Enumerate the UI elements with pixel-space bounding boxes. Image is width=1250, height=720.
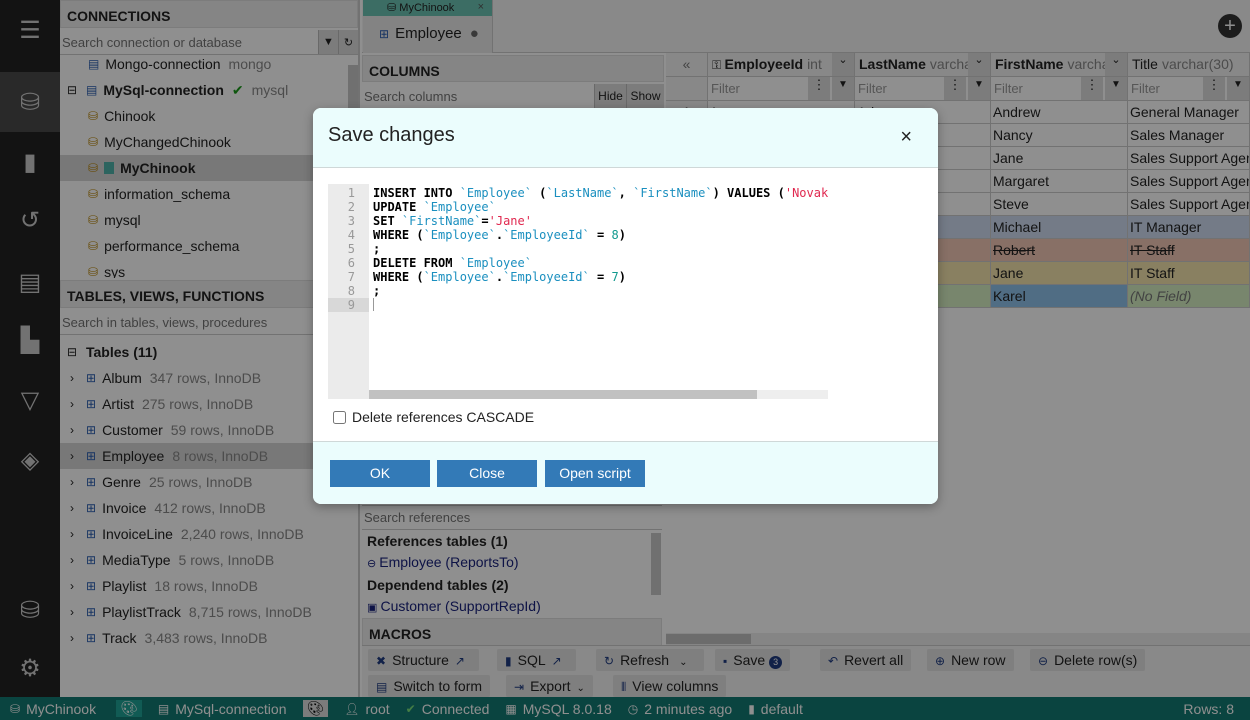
code-line: WHERE (`Employee`.`EmployeeId` = 7) <box>373 270 626 284</box>
code-line <box>373 298 828 312</box>
close-button[interactable]: Close <box>437 460 537 487</box>
line-number: 7 <box>347 270 355 284</box>
code-line: WHERE (`Employee`.`EmployeeId` = 8) <box>373 228 626 242</box>
code-line: DELETE FROM `Employee` <box>373 256 532 270</box>
open-script-button[interactable]: Open script <box>545 460 645 487</box>
line-number: 2 <box>347 200 355 214</box>
line-number: 4 <box>347 228 355 242</box>
line-number: 1 <box>347 186 355 200</box>
cascade-checkbox-row[interactable]: Delete references CASCADE <box>333 409 534 425</box>
code-line: UPDATE `Employee` <box>373 200 496 214</box>
save-changes-dialog: Save changes × 123456789 INSERT INTO `Emp… <box>313 108 938 504</box>
code-line: SET `FirstName`='Jane' <box>373 214 532 228</box>
scrollbar-thumb[interactable] <box>369 390 757 399</box>
delete-cascade-checkbox[interactable] <box>333 410 346 424</box>
sql-code[interactable]: INSERT INTO `Employee` (`LastName`, `Fir… <box>373 184 828 389</box>
horizontal-scrollbar[interactable] <box>369 390 828 399</box>
text-cursor <box>373 298 374 311</box>
line-number: 6 <box>347 256 355 270</box>
line-number: 3 <box>347 214 355 228</box>
code-line: INSERT INTO `Employee` (`LastName`, `Fir… <box>373 186 828 200</box>
line-numbers: 123456789 <box>328 184 369 399</box>
code-line: ; <box>373 284 381 298</box>
line-number: 8 <box>347 284 355 298</box>
sql-editor[interactable]: 123456789 INSERT INTO `Employee` (`LastN… <box>328 184 828 399</box>
code-line: ; <box>373 242 381 256</box>
close-icon[interactable]: × <box>900 126 912 149</box>
line-number: 5 <box>347 242 355 256</box>
line-number: 9 <box>328 298 369 312</box>
ok-button[interactable]: OK <box>330 460 430 487</box>
dialog-title: Save changes <box>328 124 455 146</box>
dialog-footer: OK Close Open script <box>313 441 938 504</box>
